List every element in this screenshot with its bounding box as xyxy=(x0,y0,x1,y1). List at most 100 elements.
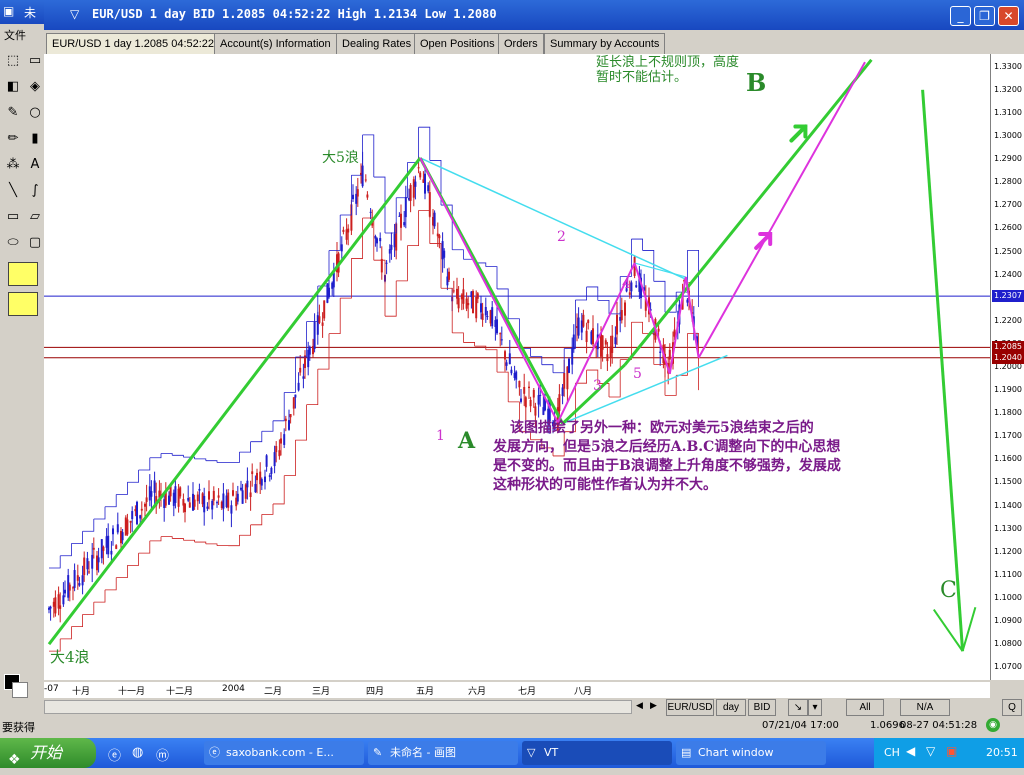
polygon-icon[interactable]: ▱ xyxy=(26,208,44,226)
price-tick-label: 1.2900 xyxy=(992,153,1024,165)
picker-icon[interactable]: ✎ xyxy=(4,104,22,122)
eraser-icon[interactable]: ◧ xyxy=(4,78,22,96)
tab-chart[interactable]: EUR/USD 1 day 1.2085 04:52:22 xyxy=(46,33,220,54)
candle-body xyxy=(477,293,479,298)
price-tick-label: 1.1700 xyxy=(992,430,1024,442)
color-selector[interactable] xyxy=(0,670,44,700)
candle-body xyxy=(578,318,580,336)
envelope-high-step xyxy=(139,458,150,470)
envelope-high-step xyxy=(150,453,161,457)
candle-body xyxy=(278,450,280,456)
symbol-selector[interactable]: EUR/USD xyxy=(666,699,714,716)
envelope-high-step xyxy=(340,175,351,215)
draw-tool-icon[interactable]: ↘ xyxy=(788,699,808,716)
candle-body xyxy=(246,481,248,488)
arrow-up-magenta xyxy=(756,234,770,248)
paint-menu-file[interactable]: 文件 xyxy=(4,27,26,43)
na-button[interactable]: N/A xyxy=(900,699,950,716)
vt-statusbar: 07/21/04 17:00 1.0696 08-27 04:51:28 ◉ xyxy=(44,716,1024,738)
start-button[interactable]: ❖ 开始 xyxy=(0,738,96,768)
free-select-icon[interactable]: ⬚ xyxy=(4,52,22,70)
candle-body xyxy=(605,340,607,344)
label-wave-a: A xyxy=(458,428,475,454)
candle-body xyxy=(341,244,343,251)
rounded-rect-icon[interactable]: ▢ xyxy=(26,234,44,252)
task-chart-window[interactable]: ▤ Chart window xyxy=(676,741,826,765)
ellipse-icon[interactable]: ⬭ xyxy=(4,234,22,252)
language-indicator[interactable]: CH xyxy=(884,746,900,759)
brush-icon[interactable]: ▮ xyxy=(26,130,44,148)
pencil-icon[interactable]: ✏ xyxy=(4,130,22,148)
rectangle-icon[interactable]: ▭ xyxy=(4,208,22,226)
tray-arrow-icon[interactable]: ◀ xyxy=(906,744,915,758)
tray-app-icon[interactable]: ▽ xyxy=(926,744,935,758)
quicklaunch-desktop-icon[interactable]: ◍ xyxy=(132,745,143,760)
scrollbar-track[interactable] xyxy=(44,700,632,714)
tab-orders[interactable]: Orders xyxy=(498,33,544,54)
candle-body xyxy=(491,307,493,326)
time-tick-label: 六月 xyxy=(468,684,486,697)
chart-area[interactable]: 大4浪 大5浪 1 A 2 3 4 5 B C 延长浪上不规则顶，高度 暂时不能… xyxy=(44,54,990,680)
tray-shield-icon[interactable]: ▣ xyxy=(946,744,957,758)
start-label: 开始 xyxy=(30,743,62,762)
candle-body xyxy=(366,195,368,198)
background-color[interactable] xyxy=(12,682,28,698)
airbrush-icon[interactable]: ⁂ xyxy=(4,156,22,174)
candle-body xyxy=(251,471,253,474)
envelope-low-step xyxy=(206,544,217,546)
candle-body xyxy=(525,397,527,407)
period-selector[interactable]: day xyxy=(716,699,746,716)
candle-body xyxy=(139,515,141,518)
task-paint[interactable]: ✎ 未命名 - 画图 xyxy=(368,741,518,765)
fill-icon[interactable]: ◈ xyxy=(26,78,44,96)
tab-dealing-rates[interactable]: Dealing Rates xyxy=(336,33,417,54)
text-icon[interactable]: A xyxy=(26,156,44,174)
quicklaunch-app-icon[interactable]: ⓜ xyxy=(156,745,169,764)
tab-account-information[interactable]: Account(s) Information xyxy=(214,33,337,54)
quicklaunch-ie-icon[interactable]: ⓔ xyxy=(108,745,121,764)
tab-open-positions[interactable]: Open Positions xyxy=(414,33,501,54)
select-icon[interactable]: ▭ xyxy=(26,52,44,70)
candle-body xyxy=(669,350,671,360)
envelope-high-step xyxy=(575,287,586,300)
envelope-high-step xyxy=(228,452,239,462)
candle-body xyxy=(189,502,191,507)
candle-body xyxy=(328,288,330,297)
envelope-low-step xyxy=(161,537,172,539)
side-selector[interactable]: BID xyxy=(748,699,776,716)
maximize-button[interactable]: ❐ xyxy=(974,6,995,26)
task-vt-icon: ▽ xyxy=(527,741,535,765)
candle-body xyxy=(563,373,565,389)
commentary-line-1: 该图描绘了另外一种：欧元对美元5浪结束之后的 xyxy=(510,417,814,437)
candle-body xyxy=(462,289,464,303)
trendline-upper xyxy=(420,158,686,279)
scroll-left-icon[interactable]: ◀ xyxy=(636,701,643,711)
range-all-button[interactable]: All xyxy=(846,699,884,716)
tool-option-2[interactable] xyxy=(8,292,38,316)
q-button[interactable]: Q xyxy=(1002,699,1022,716)
paint-title-text: 未 xyxy=(24,4,36,21)
line-icon[interactable]: ╲ xyxy=(4,182,22,200)
scroll-right-icon[interactable]: ▶ xyxy=(650,701,657,711)
candle-body xyxy=(78,583,80,585)
tool-option-1[interactable] xyxy=(8,262,38,286)
price-chart[interactable] xyxy=(44,54,990,680)
candle-body xyxy=(318,316,320,323)
magnifier-icon[interactable]: ○ xyxy=(26,104,44,122)
envelope-low-step xyxy=(463,342,474,346)
close-button[interactable]: ✕ xyxy=(998,6,1019,26)
price-tick-label: 1.2700 xyxy=(992,199,1024,211)
candle-body xyxy=(298,383,300,391)
candle-body xyxy=(629,292,631,295)
candle-body xyxy=(475,297,477,318)
task-vt[interactable]: ▽ VT xyxy=(522,741,672,765)
task-saxobank[interactable]: ⓔ saxobank.com - E... xyxy=(204,741,364,765)
candle-body xyxy=(270,468,272,474)
dropdown-arrow-icon[interactable]: ▾ xyxy=(808,699,822,716)
candle-body xyxy=(184,504,186,512)
candle-body xyxy=(240,488,242,490)
time-tick-label: 十二月 xyxy=(166,684,193,697)
curve-icon[interactable]: ∫ xyxy=(26,182,44,200)
minimize-button[interactable]: _ xyxy=(950,6,971,26)
envelope-low-step xyxy=(351,218,362,258)
